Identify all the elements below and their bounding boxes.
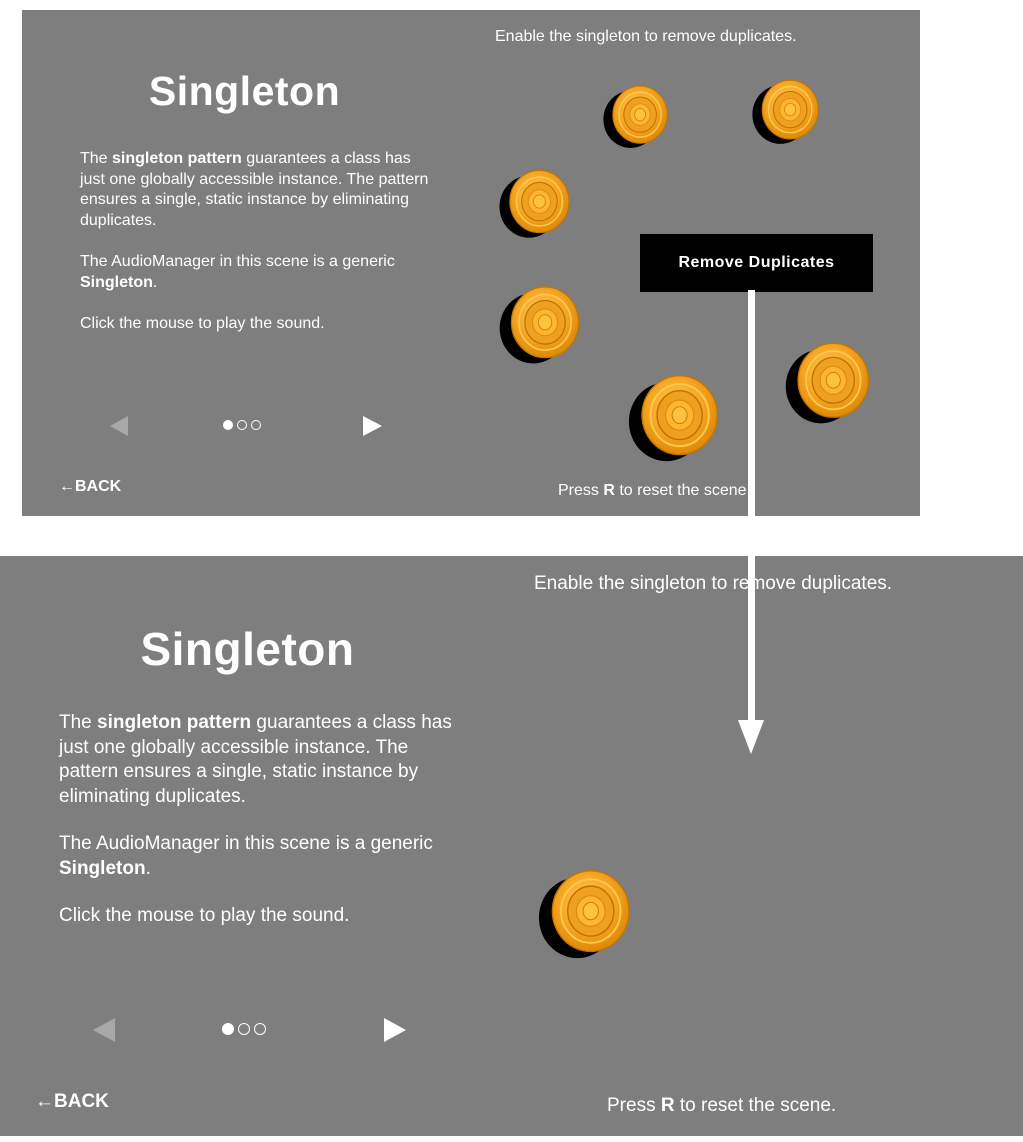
page-dot[interactable]: [237, 420, 247, 430]
page-indicator: [223, 420, 261, 430]
instruction-text: Enable the singleton to remove duplicate…: [495, 28, 797, 45]
remove-duplicates-button[interactable]: Remove Duplicates: [640, 234, 873, 292]
page-dot[interactable]: [238, 1023, 250, 1035]
prev-page-triangle-left-icon[interactable]: [93, 1018, 115, 1042]
page-dot[interactable]: [251, 420, 261, 430]
description: The singleton pattern guarantees a class…: [80, 149, 440, 356]
description-paragraph-1: The singleton pattern guarantees a class…: [80, 150, 429, 229]
page-title: Singleton: [148, 68, 341, 114]
speaker-icon[interactable]: [602, 82, 670, 150]
prev-page-triangle-left-icon[interactable]: [110, 416, 128, 436]
page-title: Singleton: [140, 623, 355, 675]
page-dot[interactable]: [254, 1023, 266, 1035]
back-button[interactable]: ←BACK: [35, 1091, 109, 1113]
back-button[interactable]: ←BACK: [59, 478, 121, 496]
speaker-icon[interactable]: [751, 76, 821, 146]
speaker-icon[interactable]: [498, 282, 582, 366]
speaker-icon[interactable]: [624, 370, 724, 464]
scene-panel-after: Enable the singleton to remove duplicate…: [0, 556, 1023, 1136]
description-paragraph-3: Click the mouse to play the sound.: [59, 905, 350, 926]
description: The singleton pattern guarantees a class…: [59, 711, 459, 952]
description-paragraph-1: The singleton pattern guarantees a class…: [59, 712, 452, 807]
description-paragraph-2: The AudioManager in this scene is a gene…: [59, 833, 433, 879]
instruction-text: Enable the singleton to remove duplicate…: [534, 573, 893, 594]
scene-panel-before: Enable the singleton to remove duplicate…: [22, 10, 920, 516]
speaker-icon[interactable]: [537, 865, 633, 961]
speaker-icon[interactable]: [776, 338, 880, 426]
page-dot-active[interactable]: [223, 420, 233, 430]
reset-hint: Press R to reset the scene.: [607, 1095, 837, 1116]
description-paragraph-2: The AudioManager in this scene is a gene…: [80, 253, 395, 291]
page-indicator: [222, 1023, 266, 1035]
reset-hint: Press R to reset the scene.: [558, 482, 751, 499]
next-page-triangle-right-icon[interactable]: [384, 1018, 406, 1042]
next-page-triangle-right-icon[interactable]: [363, 416, 382, 436]
page-dot-active[interactable]: [222, 1023, 234, 1035]
speaker-icon[interactable]: [498, 166, 572, 240]
description-paragraph-3: Click the mouse to play the sound.: [80, 315, 325, 332]
